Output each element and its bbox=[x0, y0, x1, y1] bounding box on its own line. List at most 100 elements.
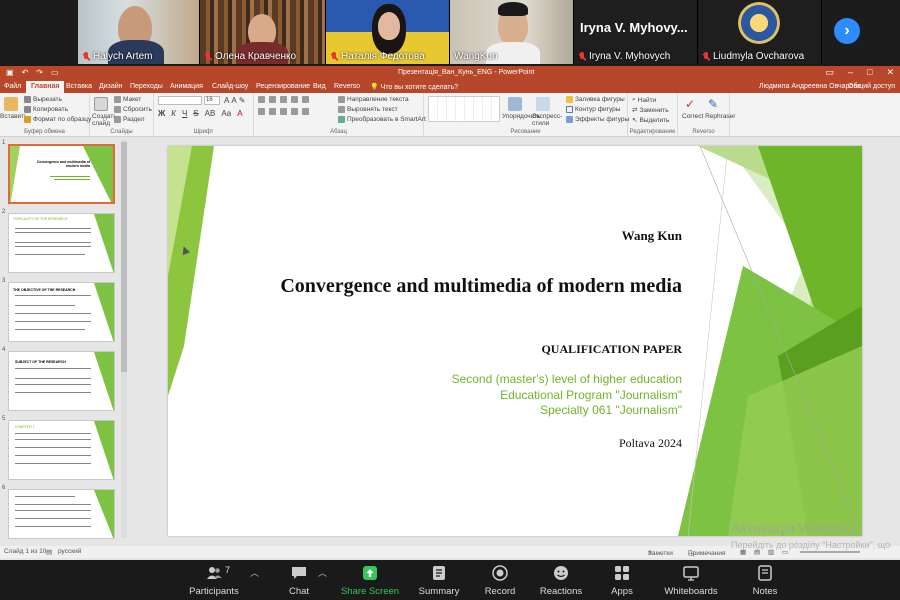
strikethrough-icon[interactable]: S bbox=[193, 109, 198, 118]
current-slide[interactable]: Wang Kun Convergence and multimedia of m… bbox=[168, 146, 862, 536]
undo-icon[interactable]: ↶ bbox=[22, 68, 29, 77]
new-slide-button[interactable]: Создать слайд bbox=[92, 113, 117, 127]
font-color-icon[interactable]: A bbox=[237, 109, 242, 118]
select-button[interactable]: ↖ Выделить bbox=[632, 116, 669, 125]
paste-icon[interactable] bbox=[4, 97, 18, 111]
increase-indent-icon[interactable] bbox=[291, 96, 298, 103]
scrollbar-thumb[interactable] bbox=[121, 142, 127, 372]
replace-button[interactable]: ⇄ Заменить bbox=[632, 106, 669, 115]
align-right-icon[interactable] bbox=[280, 108, 287, 115]
text-direction-button[interactable]: Направление текста bbox=[338, 96, 409, 103]
line-spacing-icon[interactable] bbox=[302, 96, 309, 103]
next-page-icon[interactable]: › bbox=[834, 18, 860, 44]
columns-icon[interactable] bbox=[302, 108, 309, 115]
chat-button[interactable]: Chat bbox=[280, 560, 318, 600]
spacing-icon[interactable]: АВ bbox=[205, 109, 216, 118]
record-button[interactable]: Record bbox=[478, 560, 522, 600]
check-icon[interactable]: ✓ bbox=[685, 97, 699, 111]
arrange-icon[interactable] bbox=[508, 97, 522, 111]
align-left-icon[interactable] bbox=[258, 108, 265, 115]
pen-icon[interactable]: ✎ bbox=[708, 97, 722, 111]
spellcheck-icon[interactable]: ▤ bbox=[46, 548, 52, 556]
shape-fill-button[interactable]: Заливка фигуры bbox=[566, 96, 625, 103]
apps-button[interactable]: Apps bbox=[604, 560, 640, 600]
participant-tile[interactable]: Halych Artem bbox=[78, 0, 200, 64]
slide-thumbnail[interactable]: Convergence and multimedia of modern med… bbox=[8, 144, 115, 204]
notes-button[interactable]: Notes bbox=[744, 560, 786, 600]
slide-thumbnail[interactable]: SUBJECT OF THE RESEARCH bbox=[8, 351, 115, 411]
start-slideshow-icon[interactable]: ▭ bbox=[51, 68, 59, 77]
tab-slideshow[interactable]: Слайд-шоу bbox=[212, 83, 248, 90]
quick-styles-icon[interactable] bbox=[536, 97, 550, 111]
slide-thumbnail[interactable]: TOPICALITY OF THE RESEARCH bbox=[8, 213, 115, 273]
underline-icon[interactable]: Ч bbox=[182, 109, 187, 118]
grow-font-icon[interactable]: A bbox=[224, 96, 229, 105]
slide-city-year[interactable]: Poltava 2024 bbox=[619, 436, 682, 451]
save-icon[interactable]: ▣ bbox=[6, 68, 14, 77]
participant-tile[interactable]: Наталія Федотова bbox=[326, 0, 450, 64]
redo-icon[interactable]: ↷ bbox=[36, 68, 43, 77]
maximize-icon[interactable]: □ bbox=[867, 67, 872, 78]
copy-button[interactable]: Копировать bbox=[24, 106, 68, 113]
minimize-icon[interactable]: – bbox=[848, 67, 853, 78]
slide-program-info[interactable]: Second (master's) level of higher educat… bbox=[452, 372, 682, 419]
format-painter-button[interactable]: Формат по образцу bbox=[24, 116, 91, 123]
zoom-slider[interactable] bbox=[800, 551, 860, 553]
layout-button[interactable]: Макет bbox=[114, 96, 141, 103]
quick-styles-button[interactable]: Экспресс-стили bbox=[532, 113, 562, 127]
participant-tile[interactable]: Liudmyla Ovcharova bbox=[698, 0, 822, 64]
reactions-button[interactable]: Reactions bbox=[536, 560, 586, 600]
slide-thumbnail[interactable] bbox=[8, 489, 115, 539]
slide-thumbnail[interactable]: CHAPTER 1 bbox=[8, 420, 115, 480]
tab-reverso[interactable]: Reverso bbox=[334, 83, 360, 90]
share-screen-button[interactable]: Share Screen bbox=[340, 560, 400, 600]
smartart-button[interactable]: Преобразовать в SmartArt bbox=[338, 116, 426, 123]
participant-tile[interactable]: WangKun bbox=[450, 0, 574, 64]
slide-subtitle[interactable]: QUALIFICATION PAPER bbox=[541, 342, 682, 357]
bold-icon[interactable]: Ж bbox=[158, 109, 165, 118]
numbering-icon[interactable] bbox=[269, 96, 276, 103]
reverso-button[interactable]: Correct Rephraser bbox=[682, 113, 735, 120]
whiteboards-button[interactable]: Whiteboards bbox=[658, 560, 724, 600]
chevron-up-icon[interactable]: ︿ bbox=[318, 566, 327, 579]
bullets-icon[interactable] bbox=[258, 96, 265, 103]
tab-review[interactable]: Рецензирование bbox=[256, 83, 310, 90]
participant-tile[interactable]: Iryna V. Myhovy... Iryna V. Myhovych bbox=[574, 0, 698, 64]
slide-author[interactable]: Wang Kun bbox=[622, 228, 682, 244]
chevron-up-icon[interactable]: ︿ bbox=[250, 566, 259, 579]
decrease-indent-icon[interactable] bbox=[280, 96, 287, 103]
ribbon-options-icon[interactable]: ▭ bbox=[825, 67, 834, 78]
shape-outline-button[interactable]: Контур фигуры bbox=[566, 106, 620, 113]
reset-button[interactable]: Сбросить bbox=[114, 106, 152, 113]
case-icon[interactable]: Аа bbox=[221, 109, 231, 118]
align-text-button[interactable]: Выровнять текст bbox=[338, 106, 398, 113]
tab-animation[interactable]: Анимация bbox=[170, 83, 203, 90]
italic-icon[interactable]: К bbox=[171, 109, 176, 118]
tell-me-search[interactable]: 💡 Что вы хотите сделать? bbox=[370, 83, 458, 91]
tab-transitions[interactable]: Переходы bbox=[130, 83, 163, 90]
shape-effects-button[interactable]: Эффекты фигуры bbox=[566, 116, 629, 123]
participant-tile[interactable]: Олена Кравченко bbox=[200, 0, 326, 64]
tab-design[interactable]: Дизайн bbox=[99, 83, 123, 90]
tab-insert[interactable]: Вставка bbox=[66, 83, 92, 90]
tab-view[interactable]: Вид bbox=[313, 83, 326, 90]
tab-home[interactable]: Главная bbox=[26, 81, 65, 93]
tab-file[interactable]: Файл bbox=[4, 83, 21, 90]
summary-button[interactable]: Summary bbox=[414, 560, 464, 600]
close-icon[interactable]: ✕ bbox=[886, 67, 894, 78]
align-center-icon[interactable] bbox=[269, 108, 276, 115]
font-name-field[interactable] bbox=[158, 96, 202, 105]
justify-icon[interactable] bbox=[291, 108, 298, 115]
clear-format-icon[interactable]: ✎ bbox=[239, 96, 246, 105]
thumbnails-scrollbar[interactable] bbox=[121, 140, 127, 538]
account-name[interactable]: Людмила Андреевна Овчарова bbox=[759, 83, 861, 90]
shrink-font-icon[interactable]: A bbox=[231, 96, 236, 105]
font-size-field[interactable]: 16 bbox=[204, 96, 220, 105]
find-button[interactable]: ⌕ Найти bbox=[632, 96, 656, 104]
cut-button[interactable]: Вырезать bbox=[24, 96, 62, 103]
language-indicator[interactable]: русский bbox=[58, 548, 81, 555]
new-slide-icon[interactable] bbox=[94, 97, 108, 111]
slide-thumbnail[interactable]: THE OBJECTIVE OF THE RESEARCH bbox=[8, 282, 115, 342]
shapes-gallery[interactable] bbox=[428, 96, 500, 122]
section-button[interactable]: Раздел bbox=[114, 116, 144, 123]
